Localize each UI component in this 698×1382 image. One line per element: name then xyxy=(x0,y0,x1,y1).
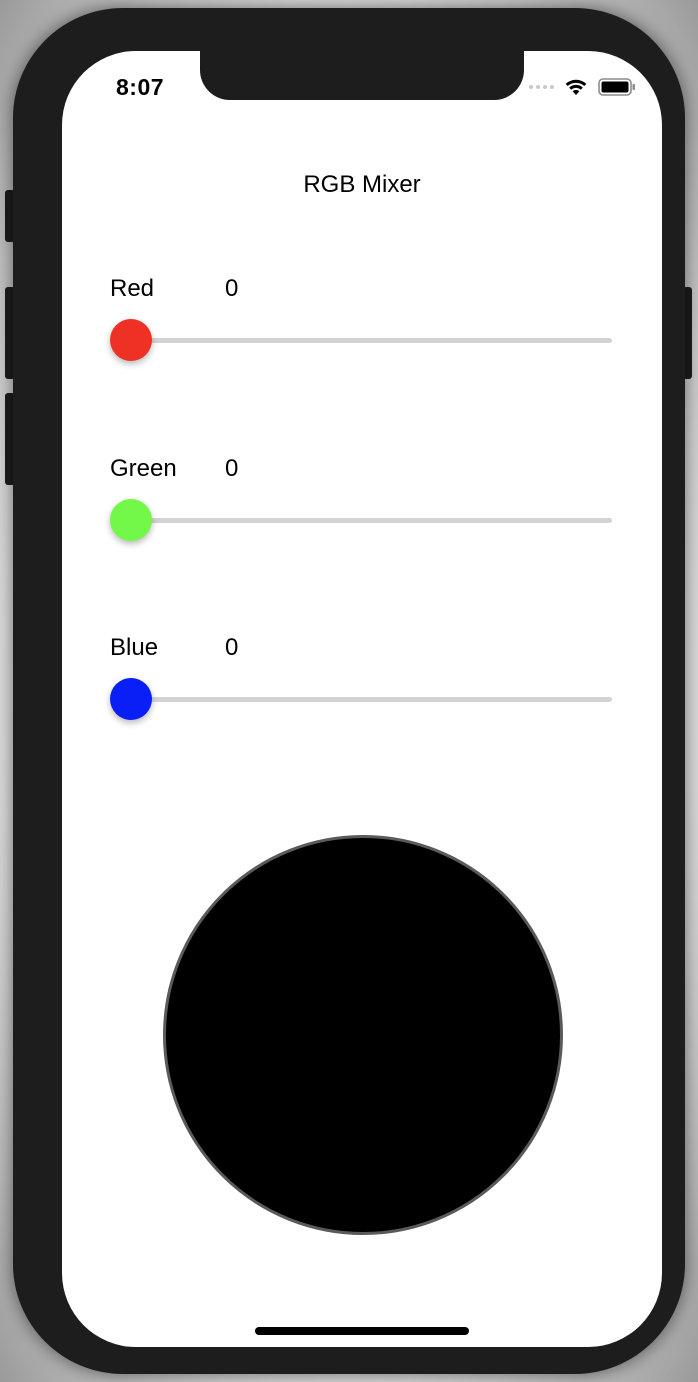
green-label: Green xyxy=(110,455,177,482)
home-indicator[interactable] xyxy=(255,1327,469,1335)
blue-value: 0 xyxy=(225,634,239,661)
blue-slider-track[interactable] xyxy=(110,697,612,702)
page-title: RGB Mixer xyxy=(303,171,421,198)
color-preview-circle xyxy=(163,835,563,1235)
green-slider-thumb[interactable] xyxy=(110,499,152,541)
status-icons xyxy=(529,78,636,96)
blue-slider-thumb[interactable] xyxy=(110,678,152,720)
red-slider-thumb[interactable] xyxy=(110,319,152,361)
green-value: 0 xyxy=(225,455,239,482)
blue-label: Blue xyxy=(110,634,159,661)
battery-icon xyxy=(598,78,635,96)
device-screen: 8:07 RGB Mixer Red 0 Green 0 Blue 0 xyxy=(62,51,662,1347)
device-frame: 8:07 RGB Mixer Red 0 Green 0 Blue 0 xyxy=(13,8,685,1374)
status-time: 8:07 xyxy=(116,74,165,100)
cellular-signal-icon xyxy=(529,85,554,89)
red-value: 0 xyxy=(225,275,239,302)
red-slider-track[interactable] xyxy=(110,338,612,343)
green-slider-track[interactable] xyxy=(110,518,612,523)
wifi-icon xyxy=(565,79,587,95)
red-label: Red xyxy=(110,275,155,302)
notch xyxy=(200,51,524,100)
